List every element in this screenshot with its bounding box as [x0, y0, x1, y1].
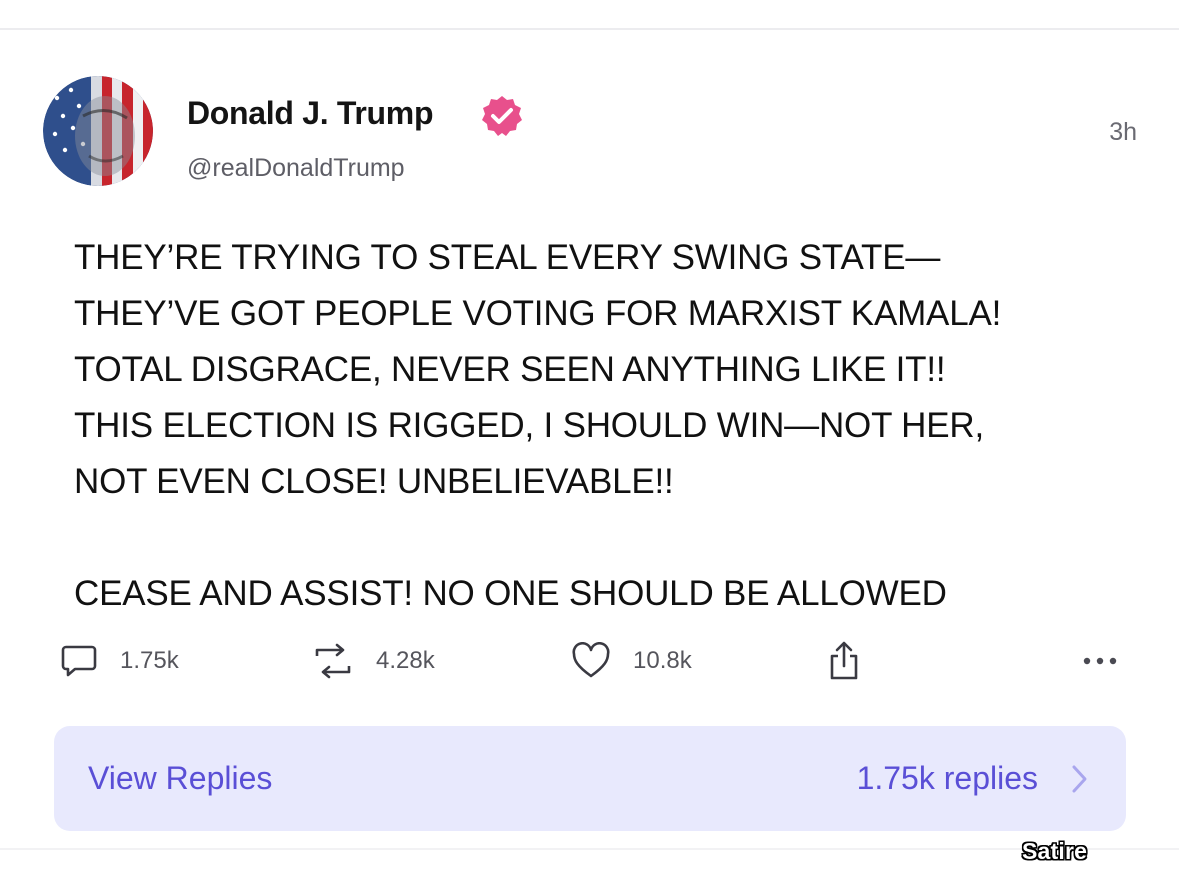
top-divider	[0, 28, 1179, 30]
post-text-line: THEY’RE TRYING TO STEAL EVERY SWING STAT…	[74, 238, 941, 277]
post-text-line: CEASE AND ASSIST! NO ONE SHOULD BE ALLOW…	[74, 574, 947, 613]
replies-count: 1.75k replies	[856, 760, 1038, 796]
post-body: THEY’RE TRYING TO STEAL EVERY SWING STAT…	[74, 230, 1154, 622]
bottom-divider	[0, 848, 1179, 850]
post-text-line: TOTAL DISGRACE, NEVER SEEN ANYTHING LIKE…	[74, 350, 946, 389]
view-replies-label: View Replies	[88, 760, 273, 796]
share-icon	[830, 641, 858, 680]
like-count: 10.8k	[633, 647, 692, 674]
verified-badge-icon	[482, 96, 522, 136]
avatar[interactable]	[43, 76, 153, 186]
share-button[interactable]	[826, 637, 862, 685]
more-dots-icon	[1083, 657, 1117, 665]
author-handle[interactable]: @realDonaldTrump	[187, 154, 405, 183]
satire-watermark: Satire	[1022, 838, 1088, 864]
post-text-gap	[74, 510, 1154, 566]
view-replies-button[interactable]: View Replies 1.75k replies	[54, 726, 1126, 831]
repost-count: 4.28k	[376, 647, 435, 674]
reply-count: 1.75k	[120, 647, 179, 674]
comment-icon	[61, 645, 97, 677]
post-text-line: THIS ELECTION IS RIGGED, I SHOULD WIN—NO…	[74, 406, 984, 445]
repost-icon	[315, 643, 351, 679]
post-text-line: THEY’VE GOT PEOPLE VOTING FOR MARXIST KA…	[74, 294, 1002, 333]
repost-button[interactable]: 4.28k	[312, 637, 435, 685]
author-name[interactable]: Donald J. Trump	[187, 95, 434, 132]
post-timestamp: 3h	[1109, 118, 1137, 146]
chevron-right-icon	[1072, 765, 1087, 793]
action-bar: 1.75k 4.28k 10.8k	[0, 637, 1179, 685]
heart-icon	[572, 642, 610, 678]
reply-button[interactable]: 1.75k	[60, 637, 179, 685]
like-button[interactable]: 10.8k	[571, 637, 692, 685]
post-text-line: NOT EVEN CLOSE! UNBELIEVABLE!!	[74, 462, 674, 501]
more-options-button[interactable]	[1082, 637, 1118, 685]
